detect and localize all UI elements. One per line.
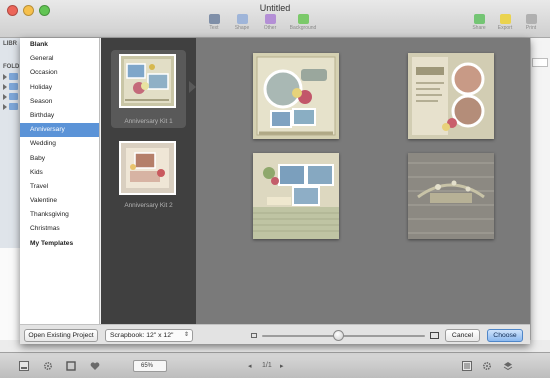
cancel-button[interactable]: Cancel: [445, 329, 480, 342]
zoom-select[interactable]: 65%: [133, 360, 167, 372]
category-item-wedding[interactable]: Wedding: [20, 137, 99, 151]
template-page-4[interactable]: [408, 153, 494, 239]
export-icon: [499, 14, 511, 24]
library-heading: LIBR: [3, 41, 17, 47]
scrapbook-size-select[interactable]: Scrapbook: 12" x 12" ⇕: [105, 329, 193, 342]
folder-icon: [9, 73, 18, 80]
small-thumbnail-icon: [251, 333, 257, 338]
next-page-button[interactable]: ▸: [280, 362, 284, 370]
kit-2-artwork: [121, 143, 174, 193]
app-window: Untitled Text Shape Other Background Sha…: [0, 0, 550, 378]
template-page-2[interactable]: [408, 53, 494, 139]
large-thumbnail-icon: [430, 332, 439, 339]
kit-list: Anniversary Kit 1 Anniversary Kit 2: [101, 38, 196, 324]
kit-thumbnail-anniversary-2[interactable]: [119, 141, 176, 195]
template-page-1[interactable]: [253, 53, 339, 139]
open-existing-project-button[interactable]: Open Existing Project: [24, 329, 98, 342]
category-item-anniversary[interactable]: Anniversary: [20, 123, 99, 138]
kit-label-2: Anniversary Kit 2: [124, 202, 173, 209]
category-item-blank[interactable]: Blank: [20, 38, 99, 52]
select-arrows-icon: ⇕: [183, 332, 189, 338]
category-list: Blank General Occasion Holiday Season Bi…: [20, 38, 100, 324]
scrapbook-size-value: Scrapbook: 12" x 12": [110, 332, 174, 339]
heart-icon[interactable]: [90, 361, 100, 371]
library-sidebar: LIBR FOLD: [0, 38, 22, 248]
template-page-3[interactable]: [253, 153, 339, 239]
toolbar-label: Text: [209, 25, 219, 31]
category-item-holiday[interactable]: Holiday: [20, 81, 99, 95]
page-view-icon[interactable]: [19, 361, 29, 371]
inspector-pane: [530, 38, 550, 340]
other-icon: [264, 14, 276, 24]
frame-icon[interactable]: [66, 361, 76, 371]
gear-icon[interactable]: [43, 361, 53, 371]
page-indicator: 1/1: [262, 362, 272, 369]
toolbar-label: Print: [525, 25, 537, 31]
template-preview-grid: [196, 38, 530, 324]
category-item-general[interactable]: General: [20, 52, 99, 66]
page-4-artwork: [408, 153, 494, 239]
disclosure-triangle-icon[interactable]: [3, 104, 7, 110]
selection-arrow-icon: [189, 81, 196, 93]
toolbar-label: Share: [472, 25, 486, 31]
layers-icon[interactable]: [503, 361, 513, 371]
window-title: Untitled: [259, 3, 291, 13]
category-item-valentine[interactable]: Valentine: [20, 194, 99, 208]
kit-1-artwork: [121, 56, 174, 106]
folder-icon: [9, 83, 18, 90]
toolbar-label: Other: [263, 25, 277, 31]
category-item-birthday[interactable]: Birthday: [20, 109, 99, 123]
category-item-baby[interactable]: Baby: [20, 152, 99, 166]
category-item-kids[interactable]: Kids: [20, 166, 99, 180]
disclosure-triangle-icon[interactable]: [3, 94, 7, 100]
folder-icon: [9, 93, 18, 100]
print-icon: [525, 14, 537, 24]
bottom-toolbar: 65% ◂ 1/1 ▸: [0, 352, 550, 378]
toolbar-background-button[interactable]: Background: [281, 14, 325, 31]
toolbar-label: Shape: [234, 25, 250, 31]
settings-icon[interactable]: [482, 361, 492, 371]
share-icon: [473, 14, 485, 24]
category-item-my-templates[interactable]: My Templates: [20, 237, 99, 251]
page-2-artwork: [408, 53, 494, 139]
toolbar-print-button[interactable]: Print: [514, 14, 548, 31]
category-item-thanksgiving[interactable]: Thanksgiving: [20, 208, 99, 222]
shape-icon: [236, 14, 248, 24]
kit-label-1: Anniversary Kit 1: [124, 118, 173, 125]
toolbar-label: Export: [497, 25, 513, 31]
page-3-artwork: [253, 153, 339, 239]
template-chooser-sheet: Blank General Occasion Holiday Season Bi…: [20, 38, 530, 344]
list-view-icon[interactable]: [462, 361, 472, 371]
page-1-artwork: [253, 53, 339, 139]
toolbar-label: Background: [289, 25, 317, 31]
previous-page-button[interactable]: ◂: [248, 362, 252, 370]
category-item-travel[interactable]: Travel: [20, 180, 99, 194]
category-item-christmas[interactable]: Christmas: [20, 222, 99, 236]
slider-knob[interactable]: [333, 330, 345, 341]
background-icon: [297, 14, 309, 24]
project-pane: [0, 248, 22, 340]
sheet-footer: Open Existing Project Scrapbook: 12" x 1…: [20, 324, 530, 344]
kit-thumbnail-anniversary-1[interactable]: [119, 54, 176, 108]
folder-icon: [9, 103, 18, 110]
category-item-season[interactable]: Season: [20, 95, 99, 109]
title-bar: Untitled Text Shape Other Background Sha…: [0, 0, 550, 38]
disclosure-triangle-icon[interactable]: [3, 74, 7, 80]
text-icon: [208, 14, 220, 24]
folders-heading: FOLD: [3, 64, 20, 70]
inspector-field[interactable]: [532, 58, 548, 67]
choose-button[interactable]: Choose: [487, 329, 523, 342]
category-item-occasion[interactable]: Occasion: [20, 66, 99, 80]
disclosure-triangle-icon[interactable]: [3, 84, 7, 90]
zoom-value: 65%: [141, 363, 154, 369]
